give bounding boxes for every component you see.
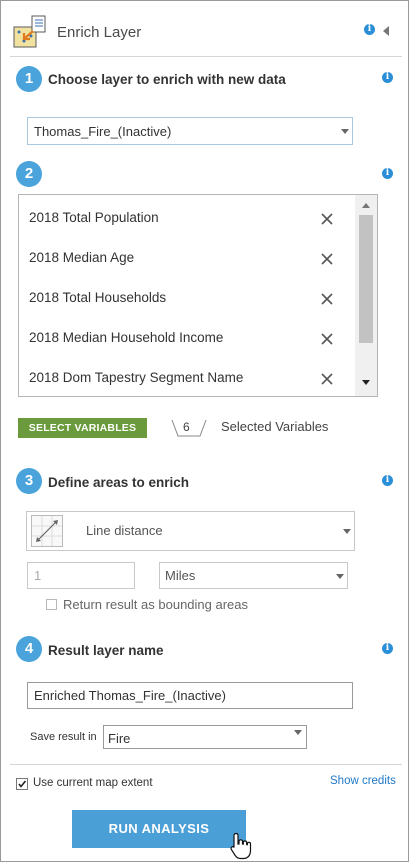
step-3-title: Define areas to enrich: [48, 475, 190, 490]
step-2-info-icon[interactable]: i: [382, 168, 393, 179]
save-result-label: Save result in: [30, 731, 97, 743]
variable-item-label: 2018 Total Population: [29, 210, 159, 225]
chevron-down-icon: [341, 129, 349, 134]
panel-title: Enrich Layer: [57, 24, 142, 41]
variable-item-label: 2018 Median Age: [29, 250, 135, 265]
bounding-areas-label: Return result as bounding areas: [63, 597, 249, 612]
select-variables-button[interactable]: SELECT VARIABLES: [18, 418, 147, 438]
use-map-extent-checkbox[interactable]: [16, 778, 28, 790]
remove-variable-icon[interactable]: [320, 332, 334, 346]
save-folder-select[interactable]: Fire: [103, 725, 307, 749]
info-icon[interactable]: i: [364, 24, 375, 35]
remove-variable-icon[interactable]: [320, 252, 334, 266]
checkmark-icon: [18, 780, 27, 788]
layer-select-value: Thomas_Fire_(Inactive): [34, 124, 172, 139]
step-4-badge: 4: [16, 636, 42, 662]
variable-item-label: 2018 Median Household Income: [29, 330, 224, 345]
area-type-select[interactable]: Line distance: [26, 511, 355, 551]
step-4-info-icon[interactable]: i: [382, 643, 393, 654]
selected-variables-label: Selected Variables: [221, 419, 329, 434]
step-4-title: Result layer name: [48, 643, 164, 658]
remove-variable-icon[interactable]: [320, 212, 334, 226]
layer-select[interactable]: Thomas_Fire_(Inactive): [27, 117, 353, 145]
scrollbar-thumb[interactable]: [359, 215, 373, 343]
selected-variables-count: 6: [183, 420, 190, 434]
step-2-badge: 2: [16, 161, 42, 187]
step-1-info-icon[interactable]: i: [382, 72, 393, 83]
chevron-down-icon: [294, 730, 302, 735]
step-3-badge: 3: [16, 468, 42, 494]
chevron-down-icon: [336, 574, 344, 579]
header-divider: [10, 56, 402, 57]
footer-divider: [10, 764, 402, 765]
scroll-down-arrow-icon[interactable]: [362, 380, 370, 385]
step-1-badge: 1: [16, 66, 42, 92]
collapse-arrow-icon[interactable]: [383, 26, 389, 36]
remove-variable-icon[interactable]: [320, 292, 334, 306]
save-folder-value: Fire: [108, 731, 131, 746]
distance-input[interactable]: 1: [27, 562, 135, 589]
step-1-title: Choose layer to enrich with new data: [48, 72, 286, 87]
hand-cursor-icon: [230, 832, 252, 860]
show-credits-link[interactable]: Show credits: [330, 775, 396, 787]
line-distance-icon: [31, 515, 63, 547]
run-analysis-button[interactable]: RUN ANALYSIS: [72, 810, 246, 848]
result-layer-name-input[interactable]: Enriched Thomas_Fire_(Inactive): [27, 682, 353, 709]
chevron-down-icon: [343, 529, 351, 534]
variable-item-label: 2018 Dom Tapestry Segment Name: [29, 370, 244, 385]
remove-variable-icon[interactable]: [320, 372, 334, 386]
units-select[interactable]: Miles: [159, 562, 348, 589]
area-type-value: Line distance: [86, 523, 163, 538]
step-3-info-icon[interactable]: i: [382, 475, 393, 486]
scroll-up-arrow-icon[interactable]: [362, 203, 370, 208]
units-value: Miles: [165, 568, 196, 583]
enrich-layer-icon: [12, 14, 48, 50]
use-map-extent-label: Use current map extent: [33, 777, 153, 789]
bounding-areas-checkbox[interactable]: [46, 599, 57, 610]
variable-item-label: 2018 Total Households: [29, 290, 167, 305]
